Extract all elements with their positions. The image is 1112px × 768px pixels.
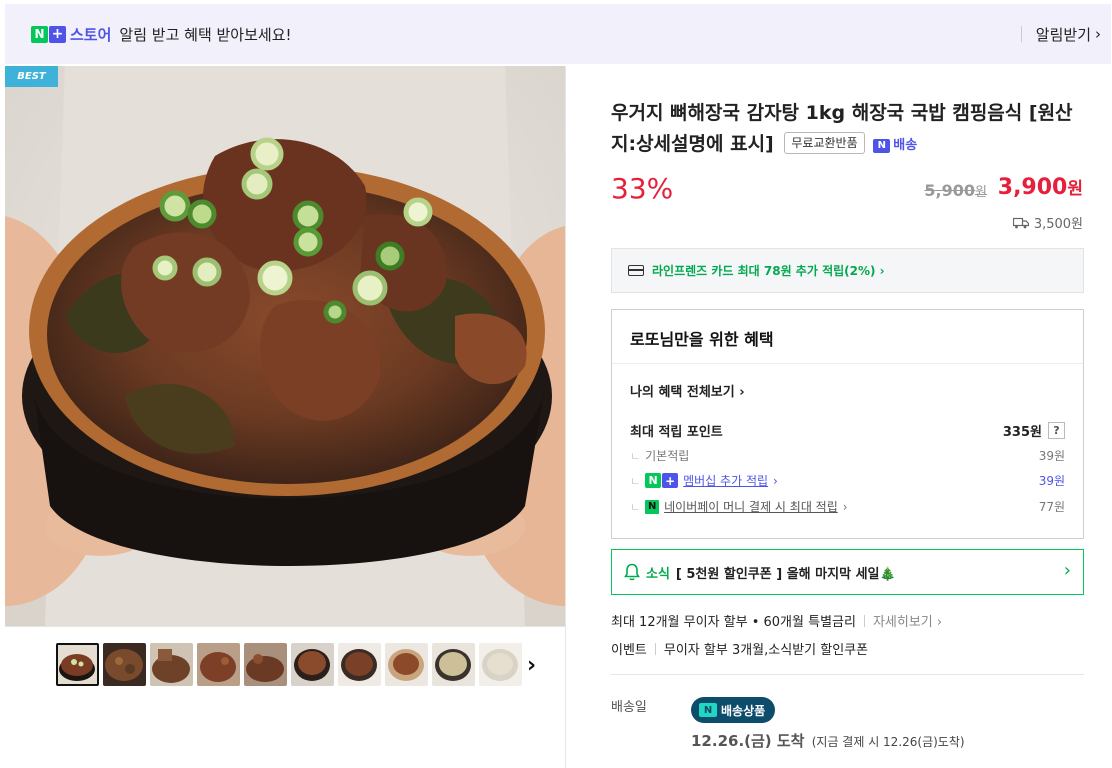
view-all-benefits-link[interactable]: 나의 혜택 전체보기 › xyxy=(630,381,745,400)
subscribe-label: 알림받기 xyxy=(1035,25,1091,44)
arrival-info: 12.26.(금) 도착 (지금 결제 시 12.26(금)도착) xyxy=(691,730,965,751)
best-badge: BEST xyxy=(5,66,58,87)
npay-points-row: ㄴ N 네이버페이 머니 결제 시 최대 적립 › 77원 xyxy=(630,498,1065,515)
tree-branch-icon: ㄴ xyxy=(630,500,641,514)
sale-price-unit: 원 xyxy=(1067,179,1083,199)
benefit-title: 로또님만을 위한 혜택 xyxy=(630,330,774,349)
plus-logo-icon: + xyxy=(662,473,679,488)
sale-price: 3,900원 xyxy=(998,174,1083,200)
thumbnail-2[interactable] xyxy=(103,643,146,686)
sale-price-value: 3,900 xyxy=(997,175,1068,200)
thumbnail-next-button[interactable]: › xyxy=(527,653,536,678)
membership-points-row: ㄴ N + 멤버십 추가 적립 › 39원 xyxy=(630,472,1065,489)
max-points-value: 335원 xyxy=(1002,425,1042,440)
arrival-note: (지금 결제 시 12.26(금)도착) xyxy=(811,735,965,749)
thumbnail-7[interactable] xyxy=(338,643,381,686)
news-text: [ 5천원 할인쿠폰 ] 올해 마지막 세일🎄 xyxy=(675,566,896,582)
free-exchange-badge: 무료교환반품 xyxy=(784,132,865,154)
naver-delivery-pill: N 배송상품 xyxy=(691,697,776,723)
membership-points-link[interactable]: 멤버십 추가 적립 xyxy=(683,472,768,489)
bell-icon xyxy=(624,563,640,581)
thumbnail-10[interactable] xyxy=(479,643,522,686)
divider xyxy=(863,614,865,627)
nplus-store-logo: N + 스토어 xyxy=(31,24,111,45)
shipping-fee-value: 3,500원 xyxy=(1033,217,1083,232)
chevron-right-icon: › xyxy=(773,473,778,488)
chevron-right-icon: › xyxy=(1063,560,1071,581)
npay-label-group: ㄴ N 네이버페이 머니 결제 시 최대 적립 › xyxy=(630,498,848,515)
divider xyxy=(654,642,656,655)
divider xyxy=(612,363,1083,364)
n-logo-icon: N xyxy=(31,25,48,43)
thumbnail-1[interactable] xyxy=(56,643,99,686)
shipping-date-label: 배송일 xyxy=(611,700,647,715)
npay-points-link[interactable]: 네이버페이 머니 결제 시 최대 적립 xyxy=(664,498,838,515)
delivery-pill-label: 배송상품 xyxy=(721,703,766,718)
shipping-fee: 3,500원 xyxy=(1012,213,1083,232)
thumbnail-8[interactable] xyxy=(385,643,428,686)
delivery-n-icon: N xyxy=(873,138,891,153)
store-word: 스토어 xyxy=(70,25,112,44)
original-price: 5,900원 xyxy=(924,181,987,200)
thumbnail-5[interactable] xyxy=(244,643,287,686)
soup-bowl-image xyxy=(5,66,565,626)
chevron-right-icon: › xyxy=(1095,25,1101,43)
column-divider xyxy=(565,66,566,768)
event-info: 이벤트 무이자 할부 3개월,소식받기 할인쿠폰 xyxy=(611,639,868,658)
installment-info: 최대 12개월 무이자 할부 • 60개월 특별금리 자세히보기 › xyxy=(611,611,942,630)
subscribe-alert-button[interactable]: 알림받기 › xyxy=(1020,4,1101,64)
divider xyxy=(611,674,1084,675)
chevron-right-icon: › xyxy=(842,499,848,514)
personal-benefit-panel: 로또님만을 위한 혜택 나의 혜택 전체보기 › 최대 적립 포인트 335원 … xyxy=(611,309,1084,539)
credit-card-icon xyxy=(628,265,644,276)
thumbnail-3[interactable] xyxy=(150,643,193,686)
installment-text: 최대 12개월 무이자 할부 • 60개월 특별금리 xyxy=(611,615,856,630)
thumbnail-6[interactable] xyxy=(291,643,334,686)
truck-icon xyxy=(1012,217,1029,228)
membership-label-group: ㄴ N + 멤버십 추가 적립 › xyxy=(630,472,778,489)
store-news-banner[interactable]: 소식 [ 5천원 할인쿠폰 ] 올해 마지막 세일🎄 › xyxy=(611,549,1084,595)
plus-logo-icon: + xyxy=(49,25,66,43)
thumbnail-9[interactable] xyxy=(432,643,475,686)
delivery-badge-label: 배송 xyxy=(893,138,918,153)
installment-detail-link[interactable]: 자세히보기 › xyxy=(873,611,942,630)
news-label: 소식 xyxy=(646,566,670,582)
membership-points-value: 39원 xyxy=(1038,474,1065,488)
original-price-value: 5,900 xyxy=(924,181,976,200)
naver-delivery-badge: N 배송 xyxy=(873,130,917,161)
max-points-label: 최대 적립 포인트 xyxy=(630,425,723,440)
app-notification-banner: N + 스토어 알림 받고 혜택 받아보세요! 알림받기 › xyxy=(5,4,1111,64)
product-main-image[interactable] xyxy=(5,66,565,626)
basic-points-row: ㄴ 기본적립 39원 xyxy=(630,447,1065,464)
n-logo-icon: N xyxy=(645,473,662,488)
thumbnail-strip xyxy=(56,643,522,686)
tree-branch-icon: ㄴ xyxy=(630,449,641,463)
discount-rate: 33% xyxy=(611,172,674,205)
basic-points-value: 39원 xyxy=(1038,449,1065,463)
card-benefit-banner[interactable]: 라인프렌즈 카드 최대 78원 추가 적립(2%) › xyxy=(611,248,1084,293)
max-points-row: 최대 적립 포인트 335원 ? xyxy=(630,421,1065,440)
npay-points-value: 77원 xyxy=(1038,500,1065,514)
basic-points-label-group: ㄴ 기본적립 xyxy=(630,447,689,464)
delivery-truck-n-icon: N xyxy=(699,703,717,717)
tree-branch-icon: ㄴ xyxy=(630,474,641,488)
help-icon[interactable]: ? xyxy=(1048,422,1065,439)
divider xyxy=(1020,26,1022,42)
event-label: 이벤트 xyxy=(611,643,647,658)
basic-points-label: 기본적립 xyxy=(645,449,690,463)
thumbnail-divider xyxy=(5,626,565,627)
product-title-block: 우거지 뼈해장국 감자탕 1kg 해장국 국밥 캠핑음식 [원산지:상세설명에 … xyxy=(611,98,1081,161)
banner-message: 알림 받고 혜택 받아보세요! xyxy=(119,25,292,44)
card-benefit-text: 라인프렌즈 카드 최대 78원 추가 적립(2%) › xyxy=(652,264,885,278)
max-points-value-group: 335원 ? xyxy=(1003,421,1065,440)
naver-pay-icon: N xyxy=(645,499,660,514)
original-price-unit: 원 xyxy=(975,185,987,200)
nplus-membership-icon: N + xyxy=(645,473,679,488)
event-text: 무이자 할부 3개월,소식받기 할인쿠폰 xyxy=(663,643,869,658)
thumbnail-4[interactable] xyxy=(197,643,240,686)
arrival-date: 12.26.(금) 도착 xyxy=(691,732,805,750)
